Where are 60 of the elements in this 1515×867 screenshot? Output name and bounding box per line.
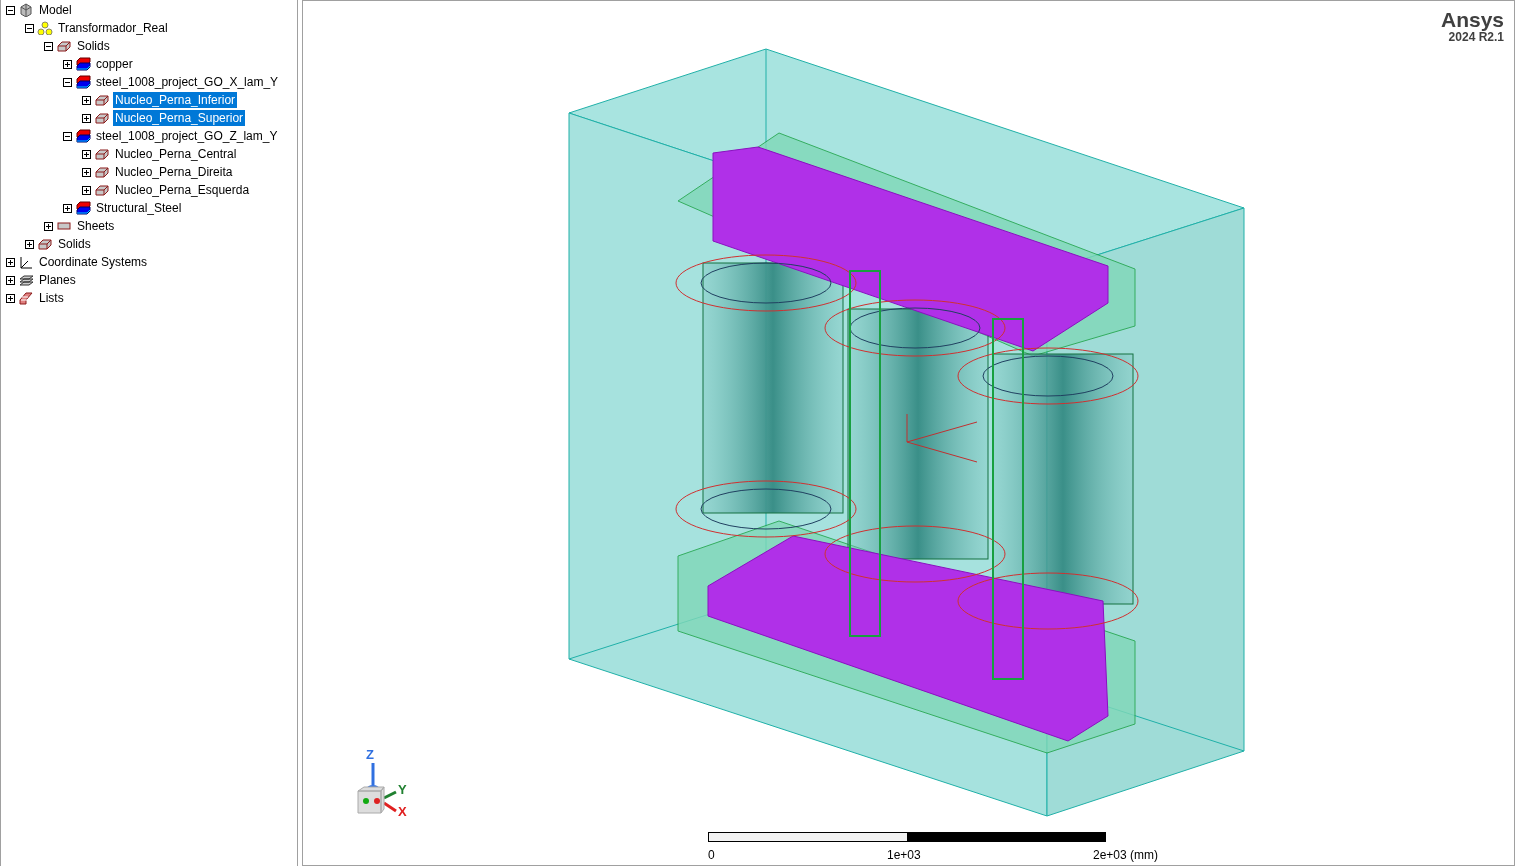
version-text: 2024 R2.1: [1448, 30, 1504, 44]
tree-item[interactable]: Nucleo_Perna_Esquerda: [113, 182, 252, 198]
expand-toggle[interactable]: [82, 167, 91, 177]
tree-item[interactable]: Sheets: [75, 218, 117, 234]
axis-label: Y: [398, 782, 407, 797]
tree-item[interactable]: Nucleo_Perna_Inferior: [113, 92, 238, 108]
model-icon: [18, 3, 34, 17]
expand-toggle[interactable]: [82, 113, 91, 123]
material-icon: [75, 129, 91, 143]
material-icon: [75, 201, 91, 215]
tree-item[interactable]: Solids: [56, 236, 93, 252]
expand-toggle[interactable]: [6, 293, 15, 303]
axis-label: X: [398, 804, 407, 818]
solid-icon: [94, 111, 110, 125]
list-icon: [18, 291, 34, 305]
expand-toggle[interactable]: [25, 239, 34, 249]
solid-icon: [94, 147, 110, 161]
collapse-toggle[interactable]: [63, 77, 72, 87]
tree-item[interactable]: Coordinate Systems: [37, 254, 150, 270]
tree-item[interactable]: copper: [94, 56, 135, 72]
expand-toggle[interactable]: [82, 185, 91, 195]
collapse-toggle[interactable]: [63, 131, 72, 141]
expand-toggle[interactable]: [6, 257, 15, 267]
solid-icon: [94, 93, 110, 107]
scale-label: 2e+03 (mm): [1092, 848, 1158, 862]
tree-item[interactable]: Nucleo_Perna_Direita: [113, 164, 235, 180]
expand-toggle[interactable]: [44, 221, 53, 231]
planes-icon: [18, 273, 34, 287]
collapse-toggle[interactable]: [44, 41, 53, 51]
collapse-toggle[interactable]: [6, 5, 15, 15]
cube-icon: [357, 786, 385, 814]
expand-toggle[interactable]: [6, 275, 15, 285]
solid-icon: [94, 183, 110, 197]
tree-item[interactable]: Planes: [37, 272, 78, 288]
expand-toggle[interactable]: [63, 203, 72, 213]
scale-label: 1e+03: [886, 848, 921, 862]
axes-icon: [18, 255, 34, 269]
tree-item[interactable]: Model: [37, 2, 74, 18]
solid-icon: [56, 39, 72, 53]
tree-item[interactable]: Transformador_Real: [56, 20, 170, 36]
solid-icon: [94, 165, 110, 179]
parts-icon: [37, 21, 53, 35]
solid-icon: [37, 237, 53, 251]
logo-text: Ansys: [1440, 9, 1504, 31]
tree-item[interactable]: Lists: [37, 290, 66, 306]
expand-toggle[interactable]: [63, 59, 72, 69]
tree-item[interactable]: Nucleo_Perna_Superior: [113, 110, 246, 126]
tree-item[interactable]: Nucleo_Perna_Central: [113, 146, 239, 162]
sheet-icon: [56, 219, 72, 233]
axis-label: Z: [366, 747, 374, 762]
scale-label: 0: [708, 848, 715, 862]
tree-item[interactable]: Structural_Steel: [94, 200, 184, 216]
expand-toggle[interactable]: [82, 95, 91, 105]
expand-toggle[interactable]: [82, 149, 91, 159]
tree-item[interactable]: Solids: [75, 38, 112, 54]
tree-item[interactable]: steel_1008_project_GO_Z_lam_Y: [94, 128, 280, 144]
material-icon: [75, 75, 91, 89]
collapse-toggle[interactable]: [25, 23, 34, 33]
tree-item[interactable]: steel_1008_project_GO_X_lam_Y: [94, 74, 281, 90]
material-icon: [75, 57, 91, 71]
